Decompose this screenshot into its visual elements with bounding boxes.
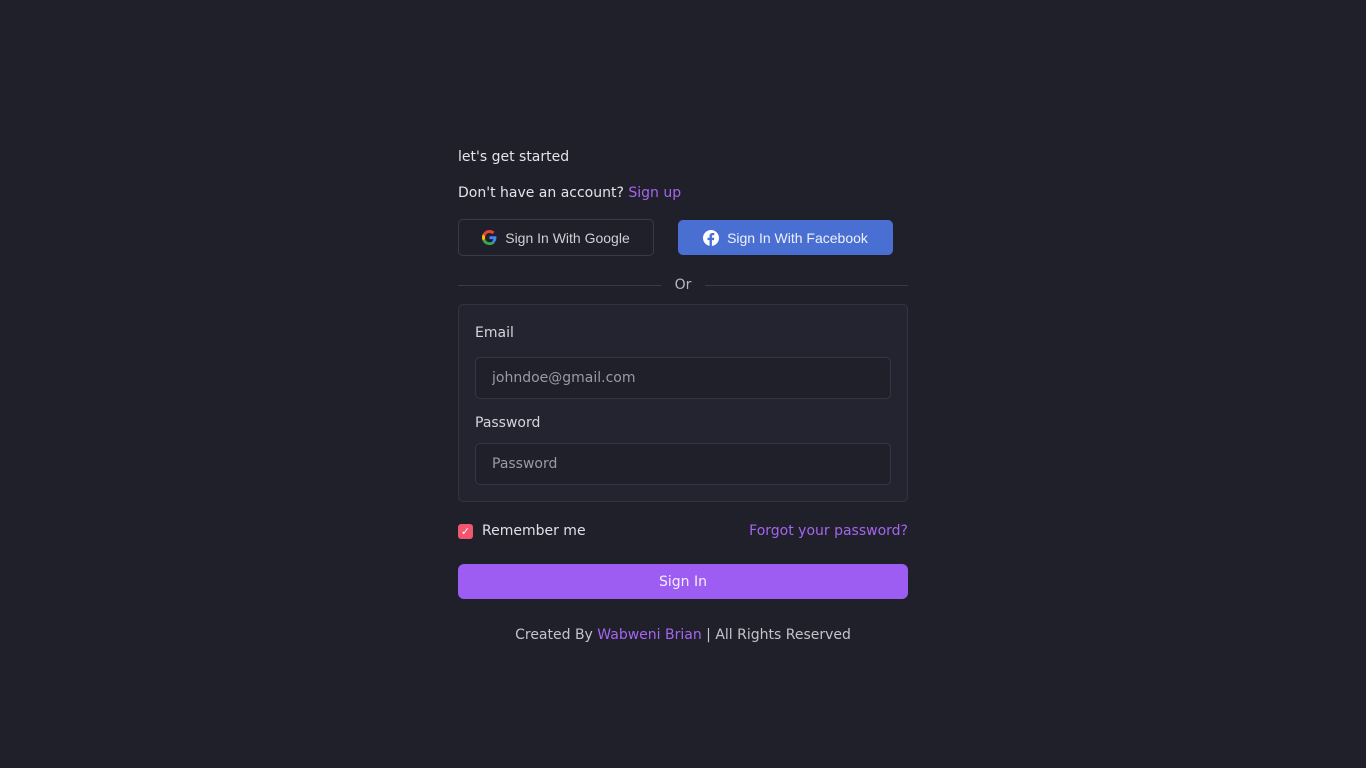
signup-link[interactable]: Sign up — [628, 185, 681, 201]
divider-line-right — [705, 284, 908, 286]
or-divider: Or — [458, 276, 908, 294]
divider-line-left — [458, 284, 661, 286]
remember-me-label: Remember me — [482, 523, 586, 539]
password-label: Password — [475, 415, 541, 431]
google-signin-label: Sign In With Google — [505, 229, 630, 246]
checkmark-icon: ✓ — [460, 524, 471, 538]
google-signin-button[interactable]: Sign In With Google — [458, 219, 654, 256]
social-login-row: Sign In With Google Sign In With Faceboo… — [458, 219, 908, 256]
signup-prompt-row: Don't have an account? Sign up — [458, 182, 908, 204]
footer-suffix: | All Rights Reserved — [706, 627, 851, 643]
forgot-password-link[interactable]: Forgot your password? — [749, 523, 908, 539]
signup-prompt-text: Don't have an account? — [458, 185, 624, 201]
footer-prefix: Created By — [515, 627, 593, 643]
password-field[interactable] — [475, 443, 891, 485]
sign-in-button[interactable]: Sign In — [458, 564, 908, 599]
facebook-signin-button[interactable]: Sign In With Facebook — [678, 220, 893, 255]
divider-label: Or — [674, 277, 692, 293]
page-tagline: let's get started — [458, 149, 570, 165]
google-icon — [482, 230, 497, 245]
facebook-icon — [703, 229, 720, 246]
footer-author-link[interactable]: Wabweni Brian — [597, 627, 701, 643]
remember-me-toggle[interactable]: ✓ Remember me — [458, 523, 586, 539]
credentials-form: Email Password — [458, 304, 908, 502]
login-panel: let's get started Don't have an account?… — [458, 146, 908, 645]
email-label: Email — [475, 325, 514, 341]
facebook-signin-label: Sign In With Facebook — [727, 229, 868, 246]
form-options-row: ✓ Remember me Forgot your password? — [458, 521, 908, 541]
email-field[interactable] — [475, 357, 891, 399]
remember-me-checkbox[interactable]: ✓ — [458, 523, 473, 539]
footer: Created By Wabweni Brian | All Rights Re… — [458, 625, 908, 645]
